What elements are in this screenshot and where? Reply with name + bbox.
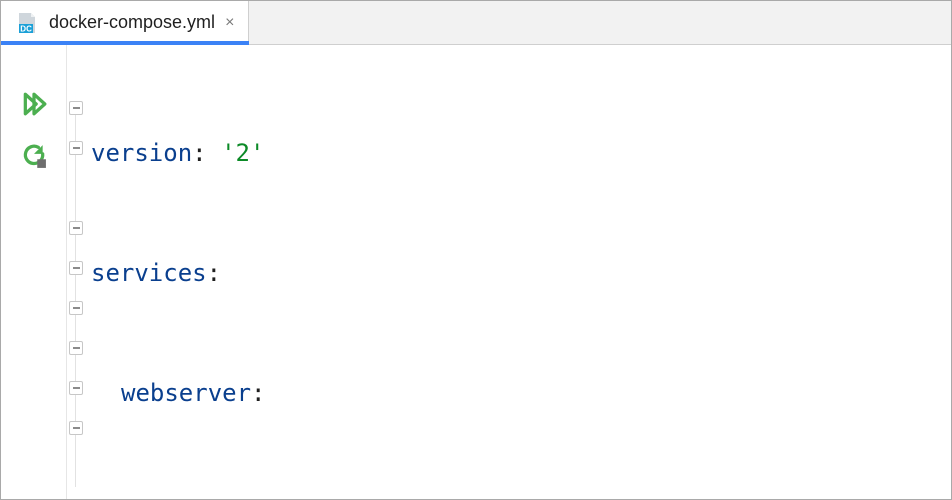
tab-bar: DC docker-compose.yml × [1,1,951,45]
fold-toggle[interactable] [69,221,83,235]
yaml-key: webserver [121,373,251,413]
code-area[interactable]: version: '2' services: webserver: image:… [87,45,860,499]
editor: version: '2' services: webserver: image:… [1,45,951,499]
rerun-icon[interactable] [21,141,47,181]
yaml-string: '2' [221,133,264,173]
fold-toggle[interactable] [69,141,83,155]
yaml-key: version [91,133,192,173]
fold-toggle[interactable] [69,301,83,315]
tab-docker-compose[interactable]: DC docker-compose.yml × [1,1,249,44]
fold-toggle[interactable] [69,261,83,275]
run-icon[interactable] [21,89,47,129]
fold-column [67,45,87,499]
svg-text:DC: DC [20,24,32,33]
fold-toggle[interactable] [69,421,83,435]
docker-compose-file-icon: DC [15,11,39,35]
image-tag: :7.4-xdebug2.9 [527,493,729,499]
fold-toggle[interactable] [69,381,83,395]
close-icon[interactable]: × [225,14,234,32]
gutter [1,45,67,499]
yaml-key: services [91,253,207,293]
yaml-key: image [151,493,223,499]
tab-filename: docker-compose.yml [49,12,215,33]
fold-toggle[interactable] [69,101,83,115]
image-name[interactable]: phpstorm/php-apache [252,493,527,499]
fold-toggle[interactable] [69,341,83,355]
